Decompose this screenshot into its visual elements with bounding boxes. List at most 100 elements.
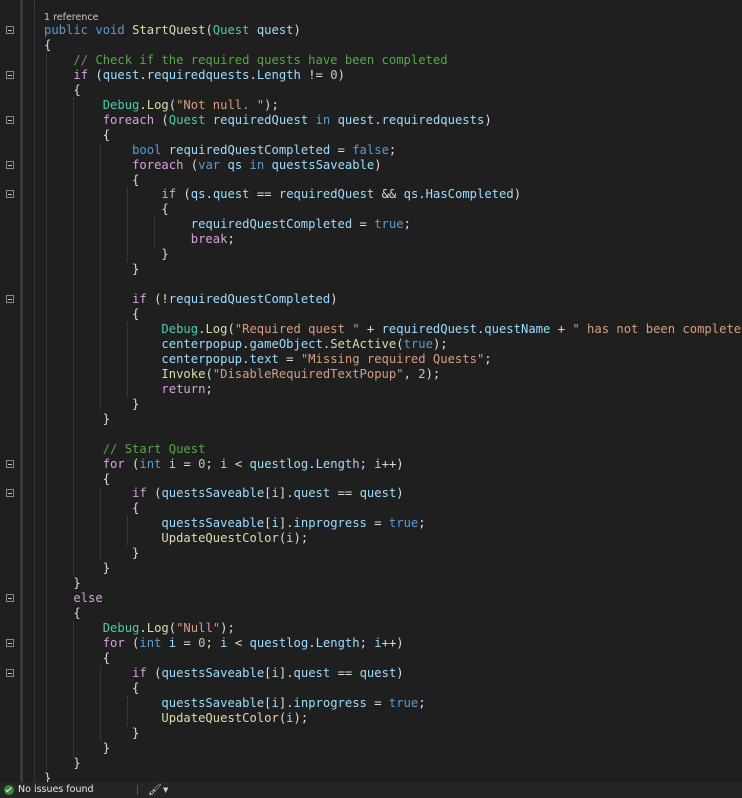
code-line[interactable]: } <box>44 576 80 591</box>
code-line[interactable]: public void StartQuest(Quest quest) <box>44 23 301 38</box>
code-line[interactable]: } <box>44 546 139 561</box>
code-line[interactable]: } <box>44 561 110 576</box>
code-line[interactable]: } <box>44 756 80 771</box>
code-editor[interactable]: 1 reference public void StartQuest(Quest… <box>0 0 742 782</box>
code-line[interactable]: foreach (var qs in questsSaveable) <box>44 158 382 173</box>
code-line[interactable]: { <box>44 651 110 666</box>
code-line[interactable]: } <box>44 741 110 756</box>
code-token: Quest <box>212 23 250 37</box>
code-token: ) <box>396 665 404 680</box>
code-line[interactable]: { <box>44 472 110 487</box>
code-token: gameObject <box>249 336 323 351</box>
code-line[interactable]: Debug.Log("Required quest " + requiredQu… <box>44 322 742 337</box>
code-token: ; <box>418 516 426 531</box>
code-token: Log <box>146 97 169 112</box>
code-token: ); <box>432 336 448 351</box>
code-line[interactable]: } <box>44 726 139 741</box>
fold-toggle-icon[interactable] <box>6 190 14 199</box>
code-line[interactable]: { <box>44 173 139 188</box>
code-token: questName <box>484 322 551 336</box>
chevron-down-icon[interactable]: ▼ <box>163 784 168 796</box>
code-line[interactable]: { <box>44 128 110 143</box>
code-line[interactable]: if (!requiredQuestCompleted) <box>44 292 337 307</box>
code-line[interactable]: if (qs.quest == requiredQuest && qs.HasC… <box>44 187 521 202</box>
code-token: quest <box>212 187 250 202</box>
code-line[interactable]: if (quest.requiredquests.Length != 0) <box>44 68 345 83</box>
issues-status[interactable]: No issues found <box>18 784 94 796</box>
code-line[interactable]: } <box>44 771 51 783</box>
code-token: StartQuest <box>132 23 206 37</box>
code-line[interactable]: Invoke("DisableRequiredTextPopup", 2); <box>44 367 440 382</box>
fold-toggle-icon[interactable] <box>6 489 14 498</box>
code-token: ) <box>337 67 345 82</box>
code-line[interactable]: foreach (Quest requiredQuest in quest.re… <box>44 113 492 128</box>
code-line[interactable]: } <box>44 247 168 262</box>
code-line[interactable]: { <box>44 606 80 621</box>
code-line[interactable]: requiredQuestCompleted = true; <box>44 217 411 232</box>
fold-toggle-icon[interactable] <box>6 459 14 468</box>
code-line[interactable]: centerpopup.text = "Missing required Que… <box>44 351 491 367</box>
code-cleanup-brush-icon[interactable]: 🖌 <box>148 783 162 796</box>
code-line[interactable]: centerpopup.gameObject.SetActive(true); <box>44 336 448 352</box>
code-line[interactable]: { <box>44 83 80 98</box>
code-token: ( <box>168 97 177 112</box>
code-token: { <box>44 501 140 516</box>
fold-toggle-icon[interactable] <box>6 160 14 169</box>
code-line[interactable]: for (int i = 0; i < questlog.Length; i++… <box>44 636 404 651</box>
code-token: int <box>139 456 162 471</box>
code-line[interactable]: { <box>44 681 139 696</box>
code-line[interactable]: if (questsSaveable[i].quest == quest) <box>44 666 404 681</box>
code-line[interactable]: for (int i = 0; i < questlog.Length; i++… <box>44 457 404 472</box>
fold-toggle-icon[interactable] <box>6 594 14 603</box>
check-circle-icon <box>4 785 14 795</box>
code-token: break <box>190 232 228 247</box>
code-token: = <box>366 695 389 710</box>
code-token: qs <box>190 187 206 202</box>
code-token: " has not been completed." <box>572 322 742 336</box>
fold-toggle-icon[interactable] <box>6 295 14 304</box>
code-line[interactable]: UpdateQuestColor(i); <box>44 531 308 546</box>
code-line[interactable]: return; <box>44 382 212 397</box>
code-line[interactable]: Debug.Log("Null"); <box>44 621 235 636</box>
code-line[interactable]: // Start Quest <box>44 442 206 457</box>
code-token: + <box>550 322 573 336</box>
code-line[interactable]: } <box>44 262 139 277</box>
fold-toggle-icon[interactable] <box>6 668 14 677</box>
code-line[interactable]: { <box>44 307 139 322</box>
fold-toggle-icon[interactable] <box>6 638 14 647</box>
code-line[interactable]: { <box>44 202 168 217</box>
fold-toggle-icon[interactable] <box>6 115 14 124</box>
fold-toggle-icon[interactable] <box>6 26 14 34</box>
code-line[interactable]: bool requiredQuestCompleted = false; <box>44 143 396 158</box>
fold-toggle-icon[interactable] <box>6 70 14 79</box>
code-line[interactable]: // Check if the required quests have bee… <box>44 53 447 68</box>
code-line[interactable]: break; <box>44 232 235 247</box>
code-token: ) <box>374 157 382 172</box>
code-line[interactable]: else <box>44 591 102 606</box>
code-token: i <box>271 516 279 531</box>
code-token: ; <box>205 635 221 650</box>
code-token: SetActive <box>330 336 397 351</box>
code-token: centerpopup <box>161 351 243 366</box>
code-line[interactable]: questsSaveable[i].inprogress = true; <box>44 516 426 531</box>
code-token: ]. <box>278 695 294 710</box>
code-line[interactable]: Debug.Log("Not null. "); <box>44 98 279 113</box>
code-line[interactable]: { <box>44 38 51 53</box>
code-token: quest <box>359 486 397 501</box>
code-token: quest <box>256 23 294 37</box>
code-line[interactable]: } <box>44 412 110 427</box>
code-token: != <box>300 67 331 82</box>
code-token: ( <box>396 336 404 351</box>
code-line[interactable]: { <box>44 501 139 516</box>
code-line[interactable]: UpdateQuestColor(i); <box>44 711 308 726</box>
code-line[interactable]: if (questsSaveable[i].quest == quest) <box>44 486 404 501</box>
code-token: i <box>286 531 294 546</box>
code-line[interactable]: } <box>44 397 139 412</box>
code-line[interactable]: questsSaveable[i].inprogress = true; <box>44 695 425 711</box>
code-token: = <box>176 635 199 650</box>
